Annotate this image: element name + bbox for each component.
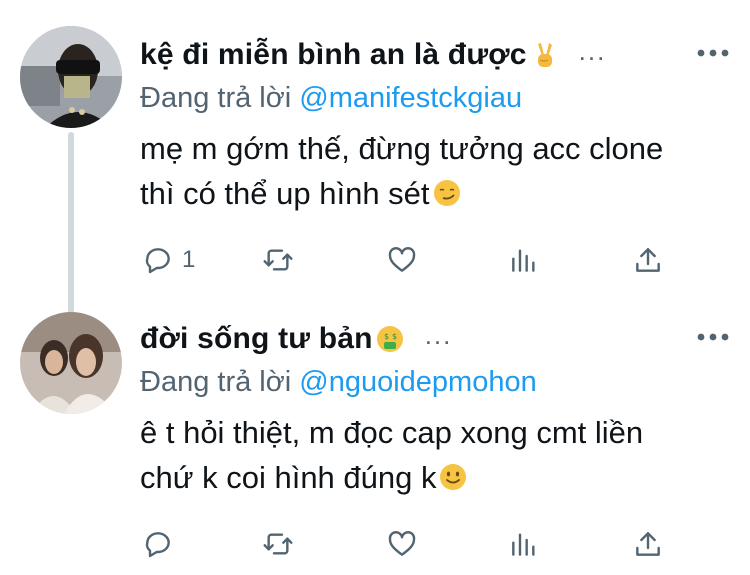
replying-to-label: Đang trả lời	[140, 366, 292, 398]
retweet-icon	[263, 533, 293, 555]
replying-to: Đang trả lời @manifestckgiau	[140, 82, 522, 115]
display-name[interactable]: đời sống tư bản	[140, 322, 373, 356]
share-icon	[636, 248, 660, 272]
retweet-button[interactable]	[262, 524, 294, 564]
tweet-text-line: thì có thể up hình sét	[140, 176, 430, 211]
analytics-icon	[512, 533, 535, 556]
tweet-text-line: mẹ m gớm thế, đừng tưởng acc clone	[140, 131, 664, 166]
retweet-button[interactable]	[262, 240, 294, 280]
tweet-header: đời sống tư bản $ $ ...	[140, 319, 453, 356]
svg-text:$: $	[384, 332, 389, 341]
smirking-face-emoji-icon	[433, 180, 460, 206]
replying-to-label: Đang trả lời	[140, 82, 292, 114]
tweet-text-line-with-emoji: chứ k coi hình đúng k	[140, 455, 730, 500]
name-ellipsis: ...	[424, 319, 453, 350]
reply-icon	[145, 248, 170, 274]
tweet-text: ê t hỏi thiệt, m đọc cap xong cmt liền c…	[140, 410, 730, 500]
avatar[interactable]	[20, 26, 122, 128]
reply-handle-link[interactable]: @manifestckgiau	[299, 82, 522, 114]
reply-button[interactable]: 1	[142, 240, 195, 280]
retweet-icon	[263, 249, 293, 271]
more-icon[interactable]	[696, 330, 730, 344]
display-name[interactable]: kệ đi miễn bình an là được	[140, 38, 527, 72]
svg-text:$: $	[392, 332, 397, 341]
tweet-actions	[140, 524, 700, 564]
tweet-actions: 1	[140, 240, 700, 280]
tweet: đời sống tư bản $ $ ... Đang trả lời @ng…	[0, 300, 750, 575]
name-ellipsis: ...	[578, 35, 607, 66]
share-icon	[636, 532, 660, 556]
like-icon	[388, 531, 416, 556]
like-button[interactable]	[386, 240, 418, 280]
analytics-button[interactable]	[508, 524, 540, 564]
tweet-text-line: chứ k coi hình đúng k	[140, 460, 437, 495]
slightly-smiling-face-emoji-icon	[440, 464, 467, 490]
tweet: kệ đi miễn bình an là được ... Đang trả …	[0, 0, 750, 317]
reply-icon	[145, 532, 170, 558]
more-icon[interactable]	[696, 46, 730, 60]
reply-count: 1	[182, 246, 196, 273]
money-mouth-face-emoji-icon: $ $	[376, 326, 403, 352]
share-button[interactable]	[632, 524, 664, 564]
reply-button[interactable]	[142, 524, 182, 564]
tweet-header: kệ đi miễn bình an là được ...	[140, 35, 607, 72]
tweet-text: mẹ m gớm thế, đừng tưởng acc clone thì c…	[140, 126, 730, 216]
replying-to: Đang trả lời @nguoidepmohon	[140, 366, 537, 399]
share-button[interactable]	[632, 240, 664, 280]
like-icon	[388, 247, 416, 272]
victory-hand-emoji-icon	[537, 43, 552, 67]
tweet-text-line-with-emoji: thì có thể up hình sét	[140, 171, 730, 216]
like-button[interactable]	[386, 524, 418, 564]
analytics-button[interactable]	[508, 240, 540, 280]
thread-connector-line	[68, 132, 74, 317]
reply-handle-link[interactable]: @nguoidepmohon	[299, 366, 536, 398]
avatar[interactable]	[20, 312, 122, 414]
analytics-icon	[512, 249, 535, 272]
tweet-text-line: ê t hỏi thiệt, m đọc cap xong cmt liền	[140, 415, 644, 450]
